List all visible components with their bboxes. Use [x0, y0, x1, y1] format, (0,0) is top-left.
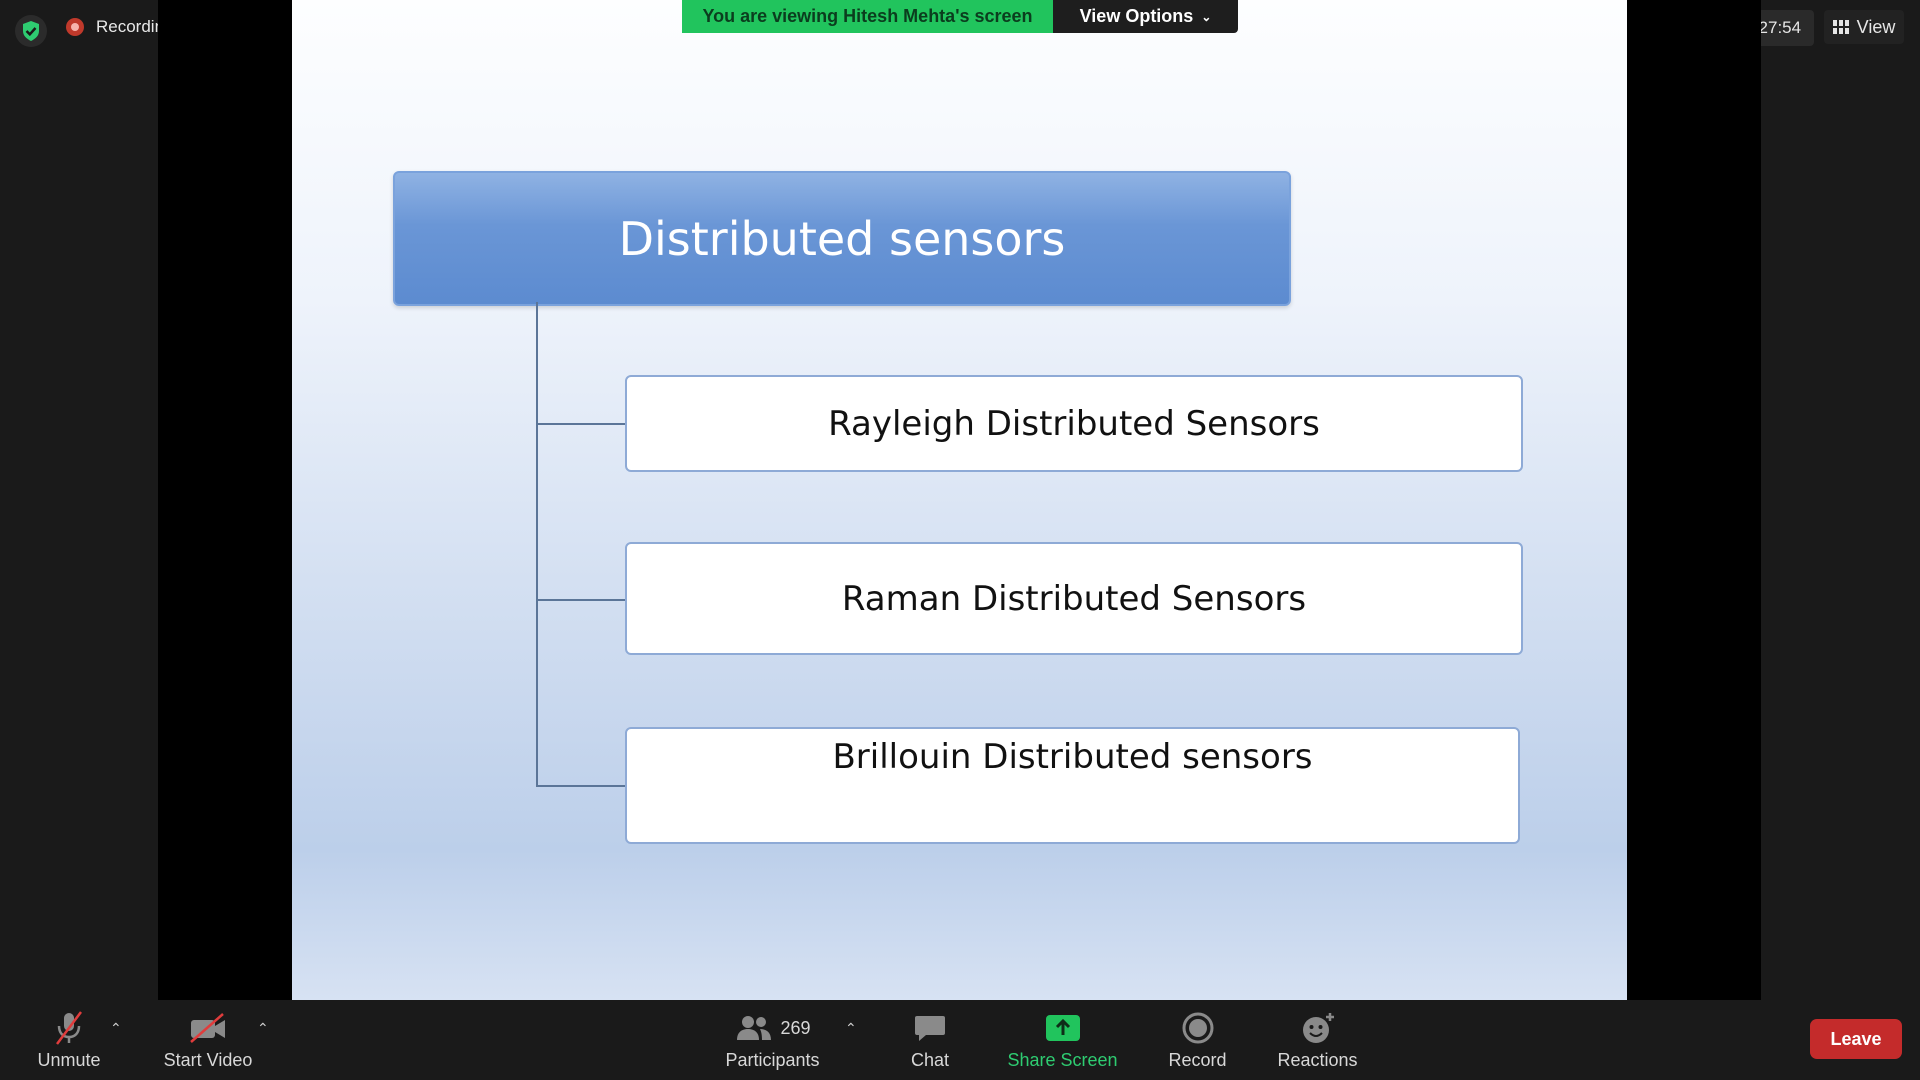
start-video-label: Start Video: [163, 1050, 253, 1070]
chat-button[interactable]: Chat: [900, 1000, 960, 1080]
slide-item-label: Brillouin Distributed sensors: [832, 737, 1313, 777]
connector-horizontal: [536, 423, 625, 425]
start-video-button[interactable]: Start Video: [158, 1000, 258, 1080]
participants-icon: [737, 1016, 772, 1040]
slide-item-label: Rayleigh Distributed Sensors: [828, 403, 1320, 444]
record-button[interactable]: Record: [1160, 1000, 1235, 1080]
participants-options-caret[interactable]: ⌃: [845, 1020, 857, 1037]
shield-icon[interactable]: [14, 14, 48, 48]
record-label: Record: [1168, 1050, 1227, 1070]
share-screen-label: Share Screen: [1007, 1050, 1118, 1070]
share-screen-button[interactable]: Share Screen: [1005, 1000, 1120, 1080]
record-icon: [1182, 1012, 1213, 1044]
share-screen-icon: [1045, 1015, 1080, 1041]
view-options-button[interactable]: View Options ⌄: [1053, 0, 1238, 33]
chat-label: Chat: [910, 1050, 950, 1070]
slide-title-box: Distributed sensors: [393, 171, 1291, 306]
participants-label: Participants: [725, 1050, 820, 1070]
presentation-slide: Distributed sensors Rayleigh Distributed…: [292, 0, 1627, 1000]
connector-horizontal: [536, 785, 625, 787]
leave-button[interactable]: Leave: [1810, 1019, 1902, 1059]
slide-title: Distributed sensors: [618, 211, 1066, 266]
video-options-caret[interactable]: ⌃: [257, 1020, 269, 1037]
slide-item-label: Raman Distributed Sensors: [841, 578, 1307, 619]
meeting-toolbar: Unmute ⌃ Start Video ⌃ 269 Participants …: [0, 1000, 1920, 1080]
screen-share-banner: You are viewing Hitesh Mehta's screen Vi…: [682, 0, 1238, 33]
connector-horizontal: [536, 599, 625, 601]
slide-item-box: Brillouin Distributed sensors: [625, 727, 1520, 844]
participants-button[interactable]: 269 Participants: [720, 1000, 825, 1080]
view-button[interactable]: View: [1824, 10, 1904, 44]
participant-count: 269: [780, 1017, 811, 1038]
shared-screen-area: Distributed sensors Rayleigh Distributed…: [158, 0, 1761, 1000]
chevron-down-icon: ⌄: [1201, 9, 1212, 24]
slide-item-box: Rayleigh Distributed Sensors: [625, 375, 1523, 472]
audio-options-caret[interactable]: ⌃: [110, 1020, 122, 1037]
viewing-notice: You are viewing Hitesh Mehta's screen: [682, 0, 1053, 33]
grid-view-icon: [1832, 20, 1849, 34]
view-button-label: View: [1856, 16, 1896, 37]
chat-icon: [915, 1016, 945, 1041]
video-off-icon: [190, 1013, 225, 1043]
reactions-icon: [1302, 1013, 1334, 1043]
reactions-button[interactable]: Reactions: [1270, 1000, 1365, 1080]
unmute-label: Unmute: [37, 1050, 101, 1070]
slide-item-box: Raman Distributed Sensors: [625, 542, 1523, 655]
mic-muted-icon: [56, 1011, 82, 1045]
unmute-button[interactable]: Unmute: [30, 1000, 108, 1080]
recording-icon: [66, 18, 84, 36]
reactions-label: Reactions: [1277, 1050, 1358, 1070]
view-options-label: View Options: [1079, 6, 1194, 26]
connector-vertical: [536, 302, 538, 786]
